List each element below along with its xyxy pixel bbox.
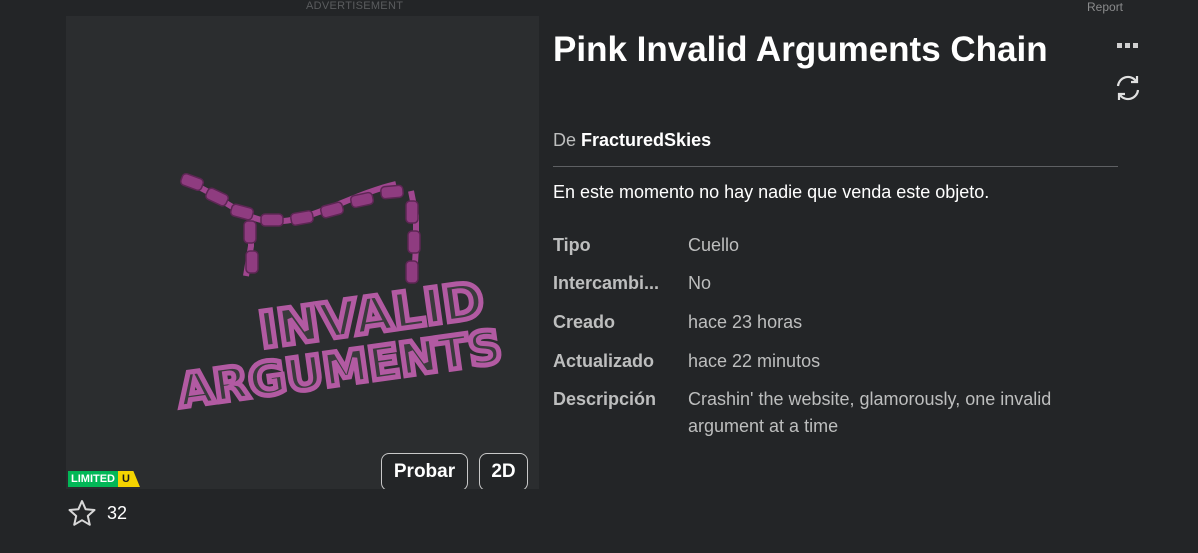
report-link[interactable]: Report — [1087, 0, 1123, 14]
refresh-icon[interactable] — [1114, 74, 1142, 102]
detail-key: Descripción — [553, 389, 657, 409]
detail-value: hace 23 horas — [688, 312, 803, 332]
detail-key: Creado — [553, 312, 616, 332]
view-2d-button[interactable]: 2D — [479, 453, 528, 489]
limited-unique-badge: LIMITED U — [68, 471, 140, 487]
detail-key: Actualizado — [553, 351, 655, 371]
item-thumbnail-image: INVALID ARGUMENTS — [172, 172, 508, 421]
no-sellers-message: En este momento no hay nadie que venda e… — [553, 182, 990, 202]
more-options-icon[interactable] — [1117, 41, 1139, 51]
divider — [553, 166, 1118, 167]
creator-link[interactable]: FracturedSkies — [581, 130, 711, 150]
detail-key: Tipo — [553, 235, 591, 255]
detail-key: Intercambi... — [553, 273, 660, 293]
unique-label: U — [118, 471, 140, 487]
detail-value: Crashin' the website, glamorously, one i… — [688, 389, 1052, 436]
creator-prefix: De — [553, 130, 577, 150]
detail-value: Cuello — [688, 235, 740, 255]
limited-label: LIMITED — [68, 471, 118, 487]
detail-value: No — [688, 273, 712, 293]
favorite-count: 32 — [107, 502, 128, 523]
creator-line: De FracturedSkies — [553, 130, 711, 151]
detail-value: hace 22 minutos — [688, 351, 821, 371]
ad-label: ADVERTISEMENT — [306, 0, 404, 12]
item-thumbnail: INVALID ARGUMENTS Probar 2D — [66, 16, 539, 489]
favorite-control[interactable]: 32 — [67, 499, 127, 527]
try-on-button[interactable]: Probar — [381, 453, 468, 489]
item-title: Pink Invalid Arguments Chain — [553, 30, 1048, 69]
star-icon[interactable] — [67, 499, 97, 527]
